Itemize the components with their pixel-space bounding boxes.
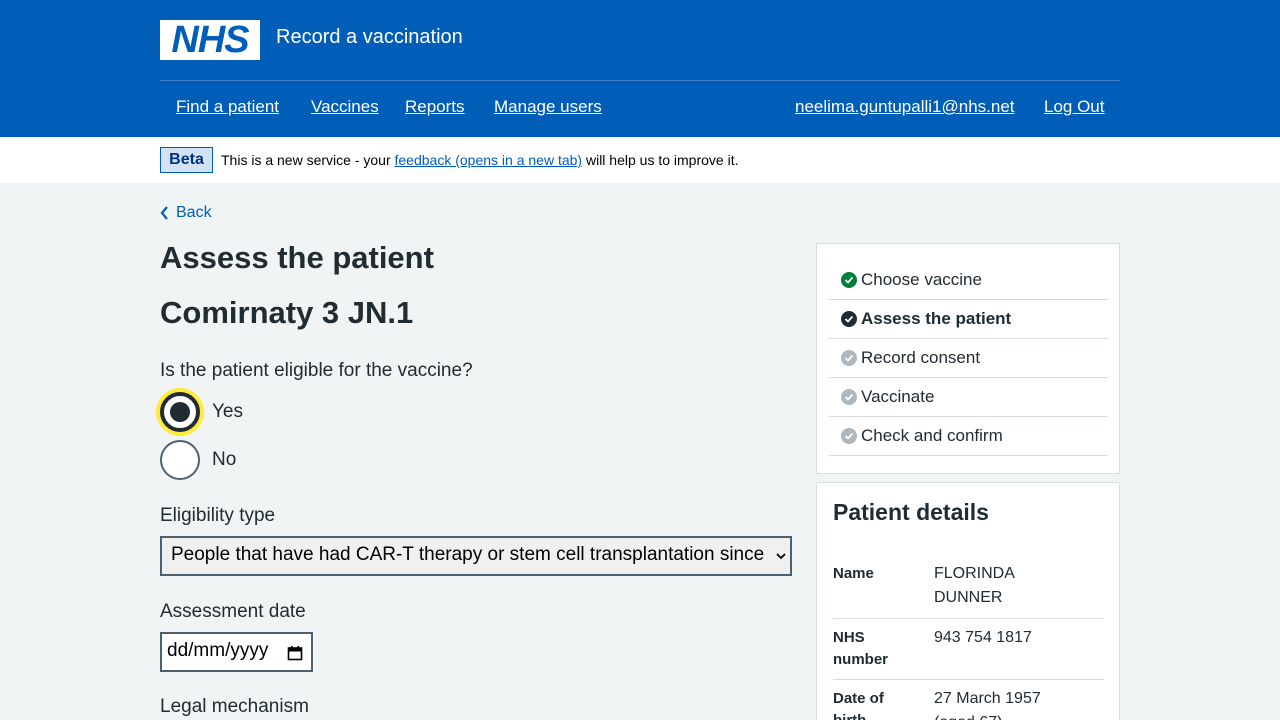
nav-vaccines[interactable]: Vaccines: [311, 97, 379, 117]
radio-yes-label[interactable]: Yes: [212, 401, 243, 423]
beta-text-before: This is a new service - your: [221, 152, 395, 168]
patient-details-heading: Patient details: [833, 499, 989, 525]
patient-dob-row: Date of birth 27 March 1957 (aged 67): [833, 687, 1104, 720]
eligibility-type-value: People that have had CAR-T therapy or st…: [171, 544, 765, 565]
step-assess-patient[interactable]: Assess the patient: [829, 300, 1108, 339]
patient-name-label: Name: [833, 565, 874, 582]
assessment-date-placeholder: dd/mm/yyyy: [167, 640, 269, 661]
dob-label-line1: Date of: [833, 690, 884, 707]
patient-nhs-row: NHS number 943 754 1817: [833, 626, 1104, 680]
patient-name-value: FLORINDA DUNNER: [934, 562, 1084, 610]
chevron-left-icon: [160, 206, 168, 220]
beta-tag: Beta: [160, 147, 213, 173]
back-link-label: Back: [176, 204, 212, 221]
calendar-icon[interactable]: [287, 645, 303, 661]
nhs-logo-text: NHS: [171, 19, 249, 61]
step-label: Choose vaccine: [861, 270, 982, 289]
step-label: Record consent: [861, 348, 981, 367]
step-label: Vaccinate: [861, 387, 935, 406]
patient-name-line1: FLORINDA: [934, 565, 1015, 582]
nav-log-out[interactable]: Log Out: [1044, 97, 1105, 117]
patient-details-card: Patient details Name FLORINDA DUNNER NHS…: [816, 482, 1120, 720]
step-choose-vaccine[interactable]: Choose vaccine: [829, 261, 1108, 300]
radio-yes[interactable]: [160, 392, 200, 432]
nhs-label-line1: NHS: [833, 629, 865, 646]
patient-dob-label: Date of birth: [833, 688, 913, 720]
nav-reports[interactable]: Reports: [405, 97, 465, 117]
patient-dob: 27 March 1957: [934, 690, 1041, 707]
tick-circle-icon: [841, 389, 857, 405]
tick-circle-icon: [841, 311, 857, 327]
patient-nhs-label: NHS number: [833, 627, 913, 671]
nav-manage-users[interactable]: Manage users: [494, 97, 602, 117]
nav-find-patient[interactable]: Find a patient: [176, 97, 279, 117]
assessment-date-input[interactable]: dd/mm/yyyy: [160, 632, 313, 672]
radio-no[interactable]: [160, 440, 200, 480]
step-record-consent[interactable]: Record consent: [829, 339, 1108, 378]
eligibility-question: Is the patient eligible for the vaccine?: [160, 360, 473, 381]
header-divider: [160, 80, 1120, 81]
page-title: Assess the patient: [160, 240, 434, 275]
radio-no-label[interactable]: No: [212, 449, 236, 471]
beta-text-after: will help us to improve it.: [582, 152, 739, 168]
beta-banner: Beta This is a new service - your feedba…: [0, 137, 1280, 183]
nhs-logo[interactable]: NHS: [160, 20, 260, 60]
patient-name-line2: DUNNER: [934, 589, 1003, 606]
tick-circle-icon: [841, 272, 857, 288]
beta-text: This is a new service - your feedback (o…: [221, 152, 738, 168]
nhs-label-line2: number: [833, 651, 889, 668]
tick-circle-icon: [841, 428, 857, 444]
patient-age: (aged 67): [934, 711, 1084, 720]
service-name[interactable]: Record a vaccination: [276, 26, 463, 49]
step-label: Assess the patient: [861, 309, 1012, 328]
patient-dob-value: 27 March 1957 (aged 67): [934, 687, 1084, 720]
tick-circle-icon: [841, 350, 857, 366]
site-header: NHS Record a vaccination Find a patient …: [0, 0, 1280, 137]
step-vaccinate[interactable]: Vaccinate: [829, 378, 1108, 417]
assessment-date-label: Assessment date: [160, 601, 306, 622]
back-link[interactable]: Back: [160, 204, 212, 222]
nav-user-email[interactable]: neelima.guntupalli1@nhs.net: [795, 97, 1015, 117]
task-steps-card: Choose vaccine Assess the patient Record…: [816, 243, 1120, 474]
eligibility-type-select[interactable]: People that have had CAR-T therapy or st…: [160, 536, 792, 576]
dob-label-line2: birth: [833, 710, 913, 720]
eligibility-type-label: Eligibility type: [160, 505, 276, 526]
feedback-link[interactable]: feedback (opens in a new tab): [395, 152, 583, 168]
step-label: Check and confirm: [861, 426, 1003, 445]
patient-nhs-value: 943 754 1817: [934, 629, 1032, 646]
vaccine-name: Comirnaty 3 JN.1: [160, 295, 414, 330]
patient-name-row: Name FLORINDA DUNNER: [833, 562, 1104, 619]
chevron-down-icon: [776, 553, 786, 560]
step-check-confirm[interactable]: Check and confirm: [829, 417, 1108, 456]
legal-mechanism-label: Legal mechanism: [160, 696, 309, 717]
